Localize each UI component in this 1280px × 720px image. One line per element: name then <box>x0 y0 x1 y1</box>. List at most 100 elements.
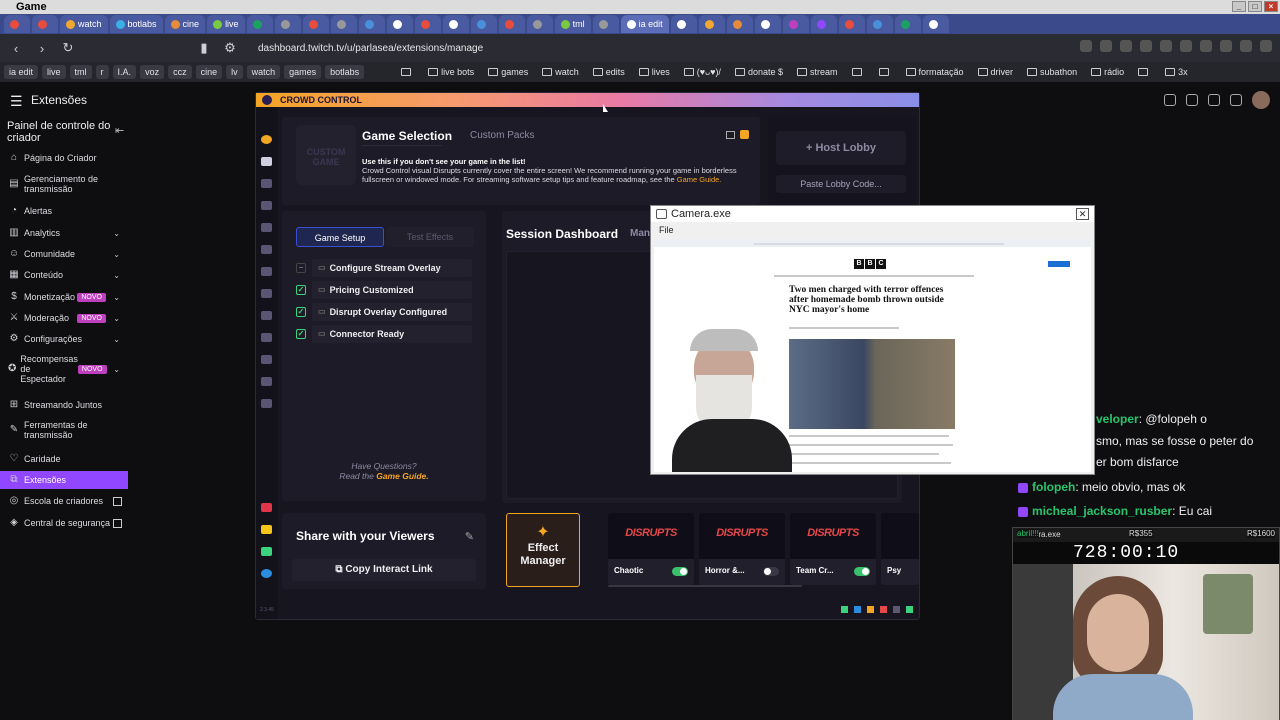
alert-icon[interactable] <box>261 503 272 512</box>
tab-test-effects[interactable]: Test Effects <box>386 227 474 247</box>
forward-icon[interactable]: › <box>34 41 50 56</box>
bookmark-item[interactable]: tml <box>69 65 92 79</box>
browser-tab[interactable] <box>698 15 725 33</box>
sidebar-item[interactable]: ♡ Caridade <box>0 450 128 468</box>
browser-tab[interactable] <box>670 15 697 33</box>
browser-tab[interactable] <box>526 15 553 33</box>
custom-packs-link[interactable]: Custom Packs <box>470 130 534 141</box>
setup-check-row[interactable]: – ▭ Configure Stream Overlay <box>296 259 472 277</box>
bookmark-item[interactable]: games <box>284 65 322 79</box>
browser-tab[interactable] <box>894 15 921 33</box>
bookmark-item[interactable]: (♥ᴗ♥)/ <box>679 65 726 79</box>
checkbox[interactable]: – <box>296 263 306 273</box>
browser-tab[interactable]: botlabs <box>109 15 163 33</box>
effect-manager-button[interactable]: ✦ Effect Manager <box>506 513 580 587</box>
monitor-icon[interactable] <box>261 157 272 166</box>
avatar[interactable] <box>1252 91 1270 109</box>
pack-toggle[interactable] <box>672 567 688 576</box>
sidebar-item[interactable]: ▦ Conteúdo ⌄ <box>0 266 128 284</box>
browser-tab[interactable] <box>414 15 441 33</box>
setup-check-row[interactable]: ✓ ▭ Disrupt Overlay Configured <box>296 303 472 321</box>
link-icon[interactable] <box>261 245 272 254</box>
extension-icon[interactable] <box>1200 40 1212 52</box>
extension-icon[interactable] <box>1100 40 1112 52</box>
bookmark-item[interactable]: ia edit <box>4 65 39 79</box>
copy-interact-link-button[interactable]: ⧉ Copy Interact Link <box>292 559 476 581</box>
close-icon[interactable]: ✕ <box>1076 208 1089 220</box>
bookmark-item[interactable]: games <box>483 65 533 79</box>
effect-pack-card[interactable]: DISRUPTS Chaotic <box>608 513 694 585</box>
sidebar-item[interactable]: $ Monetização NOVO ⌄ <box>0 288 128 306</box>
sword-icon[interactable] <box>1186 94 1198 106</box>
browser-tab[interactable] <box>592 15 619 33</box>
crowd-control-titlebar[interactable]: CROWD CONTROL <box>256 93 919 107</box>
bookmark-item[interactable]: live <box>42 65 66 79</box>
setup-check-row[interactable]: ✓ ▭ Pricing Customized <box>296 281 472 299</box>
bookmark-item[interactable]: driver <box>973 65 1019 79</box>
bookmark-item[interactable]: botlabs <box>325 65 365 79</box>
cards-scrollbar[interactable] <box>608 585 802 587</box>
sidebar-item[interactable]: ⚔ Moderação NOVO ⌄ <box>0 309 128 327</box>
browser-tab[interactable] <box>32 15 58 33</box>
browser-tab[interactable] <box>922 15 949 33</box>
host-lobby-button[interactable]: + Host Lobby <box>776 131 906 165</box>
youtube-icon[interactable] <box>880 606 887 613</box>
heart-icon[interactable] <box>261 399 272 408</box>
bookmark-item[interactable] <box>1133 66 1156 78</box>
sidebar-item[interactable]: ◎ Escola de criadores <box>0 492 128 510</box>
reload-icon[interactable]: ↻ <box>60 40 76 56</box>
bookmark-item[interactable]: subathon <box>1022 65 1082 79</box>
browser-tab[interactable] <box>330 15 357 33</box>
web-icon[interactable] <box>854 606 861 613</box>
effects-icon[interactable] <box>261 201 272 210</box>
tab-game-setup[interactable]: Game Setup <box>296 227 384 247</box>
trend-icon[interactable] <box>261 267 272 276</box>
extension-icon[interactable] <box>1260 40 1272 52</box>
game-guide-link-2[interactable]: Game Guide. <box>376 471 428 481</box>
camera-titlebar[interactable]: Camera.exe ✕ <box>651 206 1094 222</box>
sidebar-item[interactable]: ✎ Ferramentas de transmissão <box>0 417 128 443</box>
stream-icon[interactable] <box>261 311 272 320</box>
bookmark-item[interactable]: formatação <box>901 65 969 79</box>
list-icon[interactable] <box>261 223 272 232</box>
extension-icon[interactable] <box>1180 40 1192 52</box>
status-icon[interactable] <box>261 547 272 556</box>
browser-tab[interactable]: cine <box>164 15 206 33</box>
window-icon[interactable] <box>726 131 735 139</box>
extension-icon[interactable] <box>1120 40 1132 52</box>
power-icon[interactable] <box>906 606 913 613</box>
browser-tab[interactable] <box>498 15 525 33</box>
site-info-icon[interactable]: ⚙ <box>222 40 238 56</box>
extension-icon[interactable] <box>1220 40 1232 52</box>
effect-pack-card[interactable]: D Psy <box>881 513 919 585</box>
checkbox[interactable]: ✓ <box>296 329 306 339</box>
browser-tab[interactable] <box>4 15 30 33</box>
extension-icon[interactable] <box>1240 40 1252 52</box>
browser-tab[interactable] <box>358 15 385 33</box>
browser-tab[interactable] <box>810 15 837 33</box>
bookmark-item[interactable]: lv <box>226 65 243 79</box>
sidebar-item[interactable]: ◔ Alertas <box>0 202 128 220</box>
extension-icon[interactable] <box>1160 40 1172 52</box>
inbox-icon[interactable] <box>1208 94 1220 106</box>
bookmark-item[interactable]: donate $ <box>730 65 788 79</box>
browser-tab[interactable] <box>302 15 329 33</box>
discord-icon[interactable] <box>893 606 900 613</box>
profile-icon[interactable] <box>261 135 272 144</box>
browser-tab[interactable] <box>470 15 497 33</box>
browser-tab[interactable]: ia edit <box>620 15 669 33</box>
back-icon[interactable]: ‹ <box>8 41 24 56</box>
sidebar-item[interactable]: ⚙ Configurações ⌄ <box>0 330 128 348</box>
effect-pack-card[interactable]: DISRUPTS Team Cr... <box>790 513 876 585</box>
chart-icon[interactable] <box>261 289 272 298</box>
game-guide-link[interactable]: Game Guide. <box>677 175 722 184</box>
browser-tab[interactable] <box>246 15 273 33</box>
custom-game-tile[interactable]: CUSTOM GAME <box>296 125 356 185</box>
bookmark-item[interactable]: rádio <box>1086 65 1129 79</box>
browser-tab[interactable] <box>866 15 893 33</box>
bookmark-item[interactable] <box>847 66 870 78</box>
browser-tab[interactable] <box>386 15 413 33</box>
folder-icon[interactable] <box>740 130 749 139</box>
close-button[interactable]: × <box>1264 1 1278 12</box>
pack-toggle[interactable] <box>854 567 870 576</box>
